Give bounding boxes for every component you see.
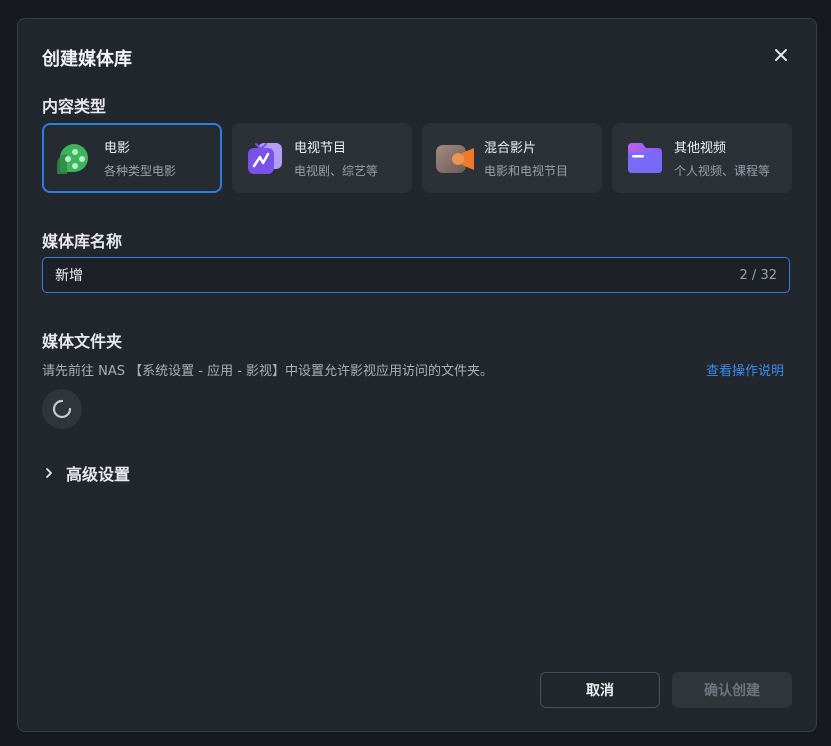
chevron-right-icon	[44, 466, 58, 480]
close-icon	[775, 49, 787, 61]
media-folder-hint: 请先前往 NAS 【系统设置 - 应用 - 影视】中设置允许影视应用访问的文件夹…	[42, 364, 494, 379]
advanced-settings-toggle[interactable]: 高级设置	[44, 461, 130, 485]
content-type-label: 内容类型	[42, 97, 107, 116]
folder-icon	[624, 139, 666, 177]
type-name: 其他视频	[674, 141, 727, 156]
spinner-icon	[52, 399, 72, 419]
loading-spinner	[42, 389, 82, 429]
type-card-tv[interactable]: 电视节目 电视剧、综艺等	[232, 123, 412, 193]
library-name-label: 媒体库名称	[42, 232, 123, 251]
dialog-title: 创建媒体库	[42, 49, 132, 70]
type-desc: 电视剧、综艺等	[294, 164, 379, 178]
library-name-field[interactable]: 2 / 32	[42, 257, 790, 293]
char-counter: 2 / 32	[739, 267, 777, 283]
type-desc: 电影和电视节目	[484, 164, 569, 178]
type-desc: 各种类型电影	[104, 164, 177, 178]
type-name: 混合影片	[484, 141, 537, 156]
video-camera-icon	[434, 139, 476, 177]
type-name: 电视节目	[294, 141, 347, 156]
type-card-mixed[interactable]: 混合影片 电影和电视节目	[422, 123, 602, 193]
type-card-movie[interactable]: 电影 各种类型电影	[42, 123, 222, 193]
movie-film-icon	[54, 139, 96, 177]
cancel-button[interactable]: 取消	[540, 672, 660, 708]
content-type-options: 电影 各种类型电影 电视节目 电视剧、综艺等 混合影片 电影和电视节目 其他视频…	[42, 123, 792, 193]
tv-icon	[244, 139, 286, 177]
advanced-settings-label: 高级设置	[66, 465, 131, 484]
type-desc: 个人视频、课程等	[674, 164, 771, 178]
type-name: 电影	[104, 141, 131, 156]
type-card-other[interactable]: 其他视频 个人视频、课程等	[612, 123, 792, 193]
create-library-dialog: 创建媒体库 内容类型 电影 各种类型电影 电视节目 电视剧、综艺等 混合影片 电…	[17, 18, 817, 732]
close-button[interactable]	[770, 44, 792, 66]
help-link[interactable]: 查看操作说明	[706, 360, 784, 379]
media-folder-label: 媒体文件夹	[42, 332, 123, 351]
confirm-create-button[interactable]: 确认创建	[672, 672, 792, 708]
library-name-input[interactable]	[55, 267, 740, 283]
